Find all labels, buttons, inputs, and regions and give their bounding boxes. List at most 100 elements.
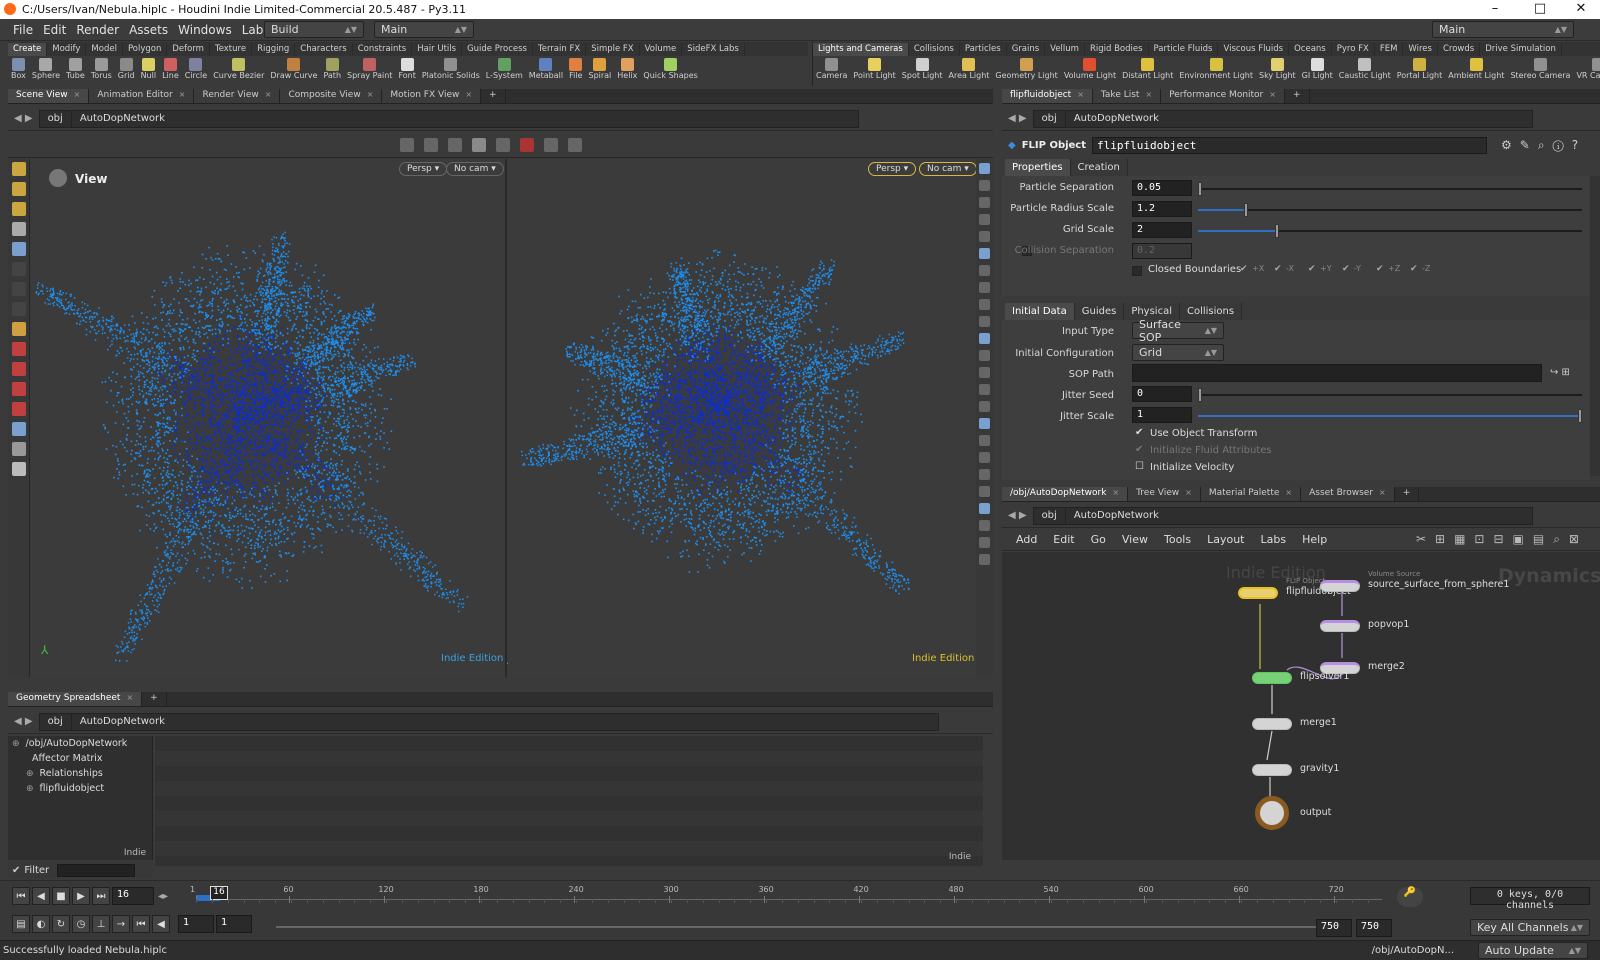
back-arrow-icon[interactable]: ◀ ▶ [14, 113, 33, 124]
tab-close-icon[interactable]: × [1285, 488, 1292, 497]
viewport-left[interactable]: View Persp ▾ No cam ▾ ⅄ Indie Edition [31, 159, 505, 677]
wireframe-icon[interactable] [448, 138, 462, 152]
display-option-23-icon[interactable] [979, 554, 990, 565]
tab-close-icon[interactable]: × [465, 90, 472, 99]
tab-close-icon[interactable]: × [179, 90, 186, 99]
net-menu-add[interactable]: Add [1016, 533, 1037, 546]
range-start-field-2[interactable]: 1 [216, 915, 252, 933]
crumb-obj-4[interactable]: obj [1034, 507, 1066, 524]
tab-take-list[interactable]: Take List × [1092, 89, 1162, 103]
tool-torus[interactable]: Torus [88, 56, 115, 86]
tool-helix[interactable]: Helix [614, 56, 640, 86]
axis-toggle-y-icon[interactable]: ✔ [1342, 264, 1350, 274]
axis-toggle-y-icon[interactable]: ✔ [1308, 264, 1316, 274]
visualize-icon[interactable] [544, 138, 558, 152]
magnet2-icon[interactable] [11, 382, 26, 396]
crumb-obj-2[interactable]: obj [40, 713, 72, 730]
shelf-tab-terrain-fx[interactable]: Terrain FX [533, 43, 587, 56]
shelf-tab-rigid-bodies[interactable]: Rigid Bodies [1085, 43, 1149, 56]
menu-file[interactable]: File [13, 23, 33, 37]
display-option-7-icon[interactable] [979, 282, 990, 293]
jitter-seed-field[interactable]: 0 [1132, 386, 1192, 402]
shelf-tab-oceans[interactable]: Oceans [1289, 43, 1332, 56]
tree-item-affector-matrix[interactable]: Affector Matrix [8, 751, 152, 766]
display-option-19-icon[interactable] [979, 486, 990, 497]
display-option-3-icon[interactable] [979, 214, 990, 225]
tab-animation-editor[interactable]: Animation Editor × [89, 89, 195, 103]
shelf-tab-pyro-fx[interactable]: Pyro FX [1332, 43, 1375, 56]
tool-distant-light[interactable]: Distant Light [1119, 56, 1176, 86]
pose-tool-icon[interactable] [11, 322, 26, 336]
lock-icon[interactable] [11, 242, 26, 256]
jitter-scale-slider[interactable] [1198, 409, 1583, 423]
jitter-seed-slider[interactable] [1198, 388, 1582, 402]
display-option-22-icon[interactable] [979, 537, 990, 548]
tool-sky-light[interactable]: Sky Light [1256, 56, 1299, 86]
scene-path-field[interactable]: obj AutoDopNetwork [38, 109, 859, 128]
tab-close-icon[interactable]: × [1077, 90, 1084, 99]
shelf-tab-particles[interactable]: Particles [960, 43, 1007, 56]
shelf-tab-polygon[interactable]: Polygon [123, 43, 168, 56]
parm-field-particle-separation[interactable]: 0.05 [1132, 180, 1192, 196]
tool-caustic-light[interactable]: Caustic Light [1336, 56, 1394, 86]
net-menu-edit[interactable]: Edit [1053, 533, 1074, 546]
tree-item-obj-autodopnetwork[interactable]: ⊕ /obj/AutoDopNetwork [8, 736, 152, 751]
filter-check-icon[interactable]: ✔ [12, 865, 20, 876]
parm-tab-properties[interactable]: Properties [1005, 159, 1071, 176]
display-option-15-icon[interactable] [979, 418, 990, 429]
pointer-icon[interactable] [11, 222, 26, 236]
tab-flipfluidobject[interactable]: flipfluidobject × [1002, 89, 1093, 103]
tree-item-flipfluidobject[interactable]: ⊕ flipfluidobject [8, 781, 152, 796]
axis-toggle-z-icon[interactable]: ✔ [1376, 264, 1384, 274]
realtime-icon[interactable]: ◐ [32, 915, 50, 933]
tool-spiral[interactable]: Spiral [585, 56, 614, 86]
shelf-tab-volume[interactable]: Volume [640, 43, 683, 56]
sop-path-field[interactable] [1132, 364, 1542, 382]
frame-marker[interactable]: 16 [210, 886, 228, 900]
net-menu-labs[interactable]: Labs [1261, 533, 1287, 546]
tab-close-icon[interactable]: × [1379, 488, 1386, 497]
tool-path[interactable]: Path [320, 56, 344, 86]
tree-expand-icon[interactable]: ⊕ [26, 769, 34, 779]
current-frame-field[interactable]: 16 [112, 887, 154, 905]
tab-material-palette[interactable]: Material Palette × [1200, 487, 1302, 501]
spreadsheet-table[interactable]: Indie [155, 736, 983, 866]
shelf-tab-simple-fx[interactable]: Simple FX [586, 43, 640, 56]
parm-path-field[interactable]: obj AutoDopNetwork [1032, 109, 1533, 128]
tab-close-icon[interactable]: × [1112, 488, 1119, 497]
tool-camera[interactable]: Camera [813, 56, 850, 86]
menu-edit[interactable]: Edit [43, 23, 66, 37]
range-back-icon[interactable]: ◀ [152, 915, 170, 933]
tab-scene-view[interactable]: Scene View × [8, 89, 90, 103]
tool-platonic-solids[interactable]: Platonic Solids [419, 56, 483, 86]
display-option-10-icon[interactable] [979, 333, 990, 344]
sub-tab-guides[interactable]: Guides [1074, 302, 1125, 320]
clock-icon[interactable]: ◷ [72, 915, 90, 933]
tool-file[interactable]: File [566, 56, 585, 86]
crumb-obj[interactable]: obj [40, 110, 72, 127]
minimize-icon[interactable]: – [1480, 1, 1510, 16]
snap-frames-icon[interactable]: ⊥ [92, 915, 110, 933]
tool-volume-light[interactable]: Volume Light [1061, 56, 1119, 86]
input-type-combo[interactable]: Surface SOP ▲▼ [1132, 318, 1224, 344]
camera-settings-icon[interactable] [568, 138, 582, 152]
shelf-tab-crowds[interactable]: Crowds [1438, 43, 1481, 56]
tab-close-icon[interactable]: × [1145, 90, 1152, 99]
menu-windows[interactable]: Windows [178, 23, 232, 37]
tool-spot-light[interactable]: Spot Light [899, 56, 946, 86]
tab-render-view[interactable]: Render View × [194, 89, 281, 103]
tab-close-icon[interactable]: × [1269, 90, 1276, 99]
layout-icon[interactable] [472, 138, 486, 152]
net-menu-tools[interactable]: Tools [1164, 533, 1191, 546]
tree-expand-icon[interactable]: ⊕ [12, 739, 20, 749]
menu-render[interactable]: Render [76, 23, 119, 37]
shelf-tab-lights-and-cameras[interactable]: Lights and Cameras [813, 43, 909, 56]
shelf-tab-texture[interactable]: Texture [210, 43, 253, 56]
tool-sphere[interactable]: Sphere [29, 56, 63, 86]
net-menu-layout[interactable]: Layout [1207, 533, 1244, 546]
range-end-field[interactable]: 750 [1316, 919, 1352, 937]
close-icon[interactable]: ✕ [1566, 1, 1596, 16]
display-option-18-icon[interactable] [979, 469, 990, 480]
snap-icon[interactable] [424, 138, 438, 152]
shelf-tab-deform[interactable]: Deform [167, 43, 210, 56]
